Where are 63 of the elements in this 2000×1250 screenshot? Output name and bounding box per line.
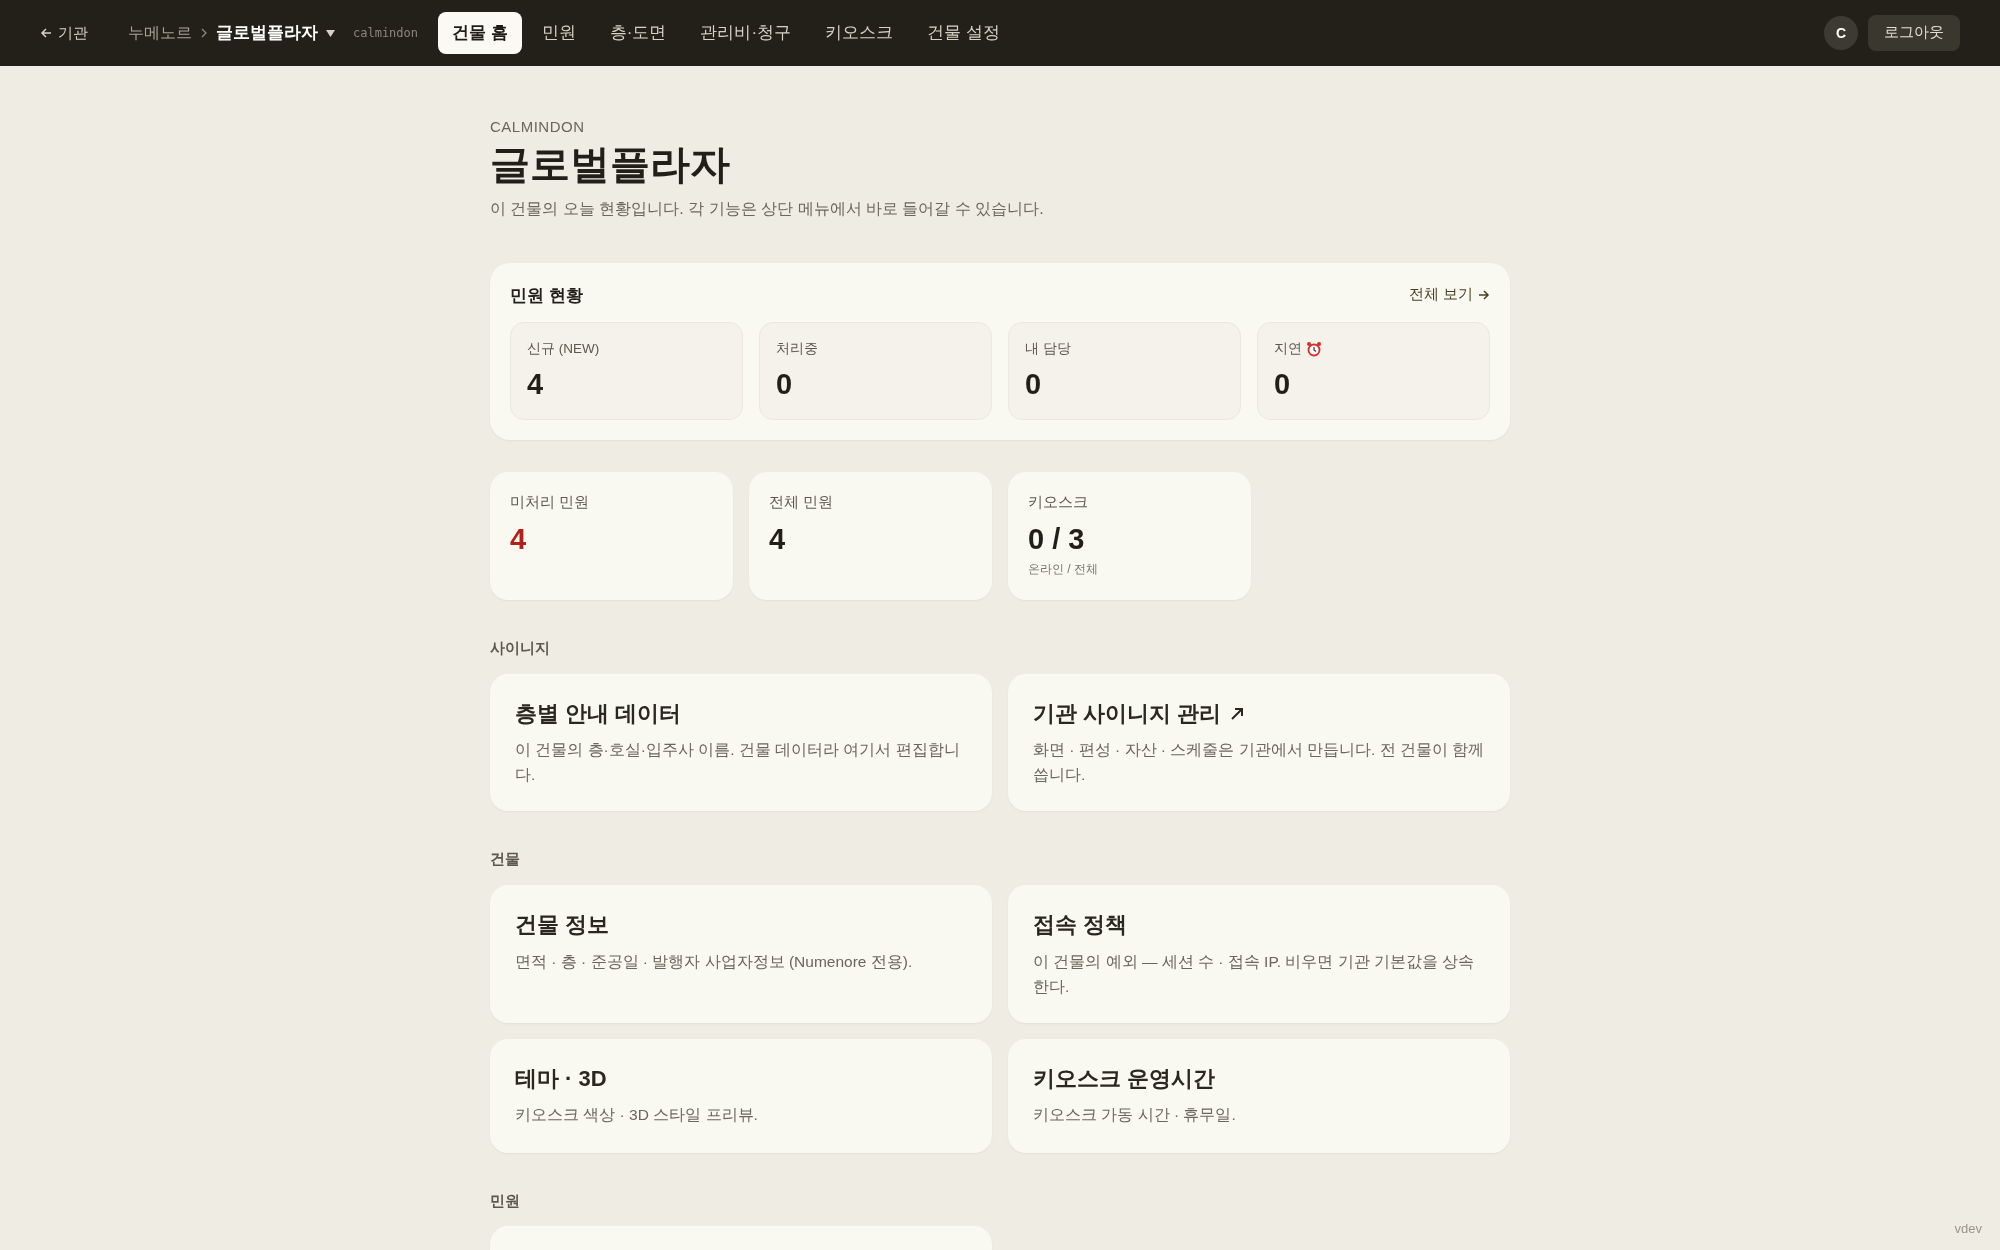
feature-card[interactable]: 건물 정보 면적 · 층 · 준공일 · 발행자 사업자정보 (Numenore 전용).	[490, 885, 992, 1023]
status-tile[interactable]: 처리중 0	[759, 322, 992, 420]
user-avatar[interactable]: C	[1824, 16, 1858, 50]
chevron-right-icon	[200, 28, 208, 38]
logout-button[interactable]: 로그아웃	[1868, 15, 1960, 51]
tile-label: 내 담당	[1025, 340, 1071, 358]
view-all-link[interactable]: 전체 보기	[1408, 284, 1490, 307]
tile-value: 0	[776, 367, 794, 403]
tile-value: 4	[527, 367, 545, 403]
status-tile[interactable]: 내 담당 0	[1008, 322, 1241, 420]
card-description: 면적 · 층 · 준공일 · 발행자 사업자정보 (Numenore 전용).	[515, 951, 914, 972]
stat-value: 0 / 3	[1028, 521, 1086, 557]
card-title: 키오스크 운영시간	[1033, 1064, 1216, 1092]
stat-value: 4	[769, 521, 787, 557]
stat-value: 4	[510, 521, 528, 557]
nav-tab[interactable]: 민원	[527, 12, 590, 54]
tile-value: 0	[1274, 367, 1292, 403]
arrow-left-icon	[40, 27, 52, 39]
page-title: 글로벌플라자	[490, 140, 731, 188]
arrow-right-icon	[1478, 289, 1490, 302]
feature-card[interactable]: 테마 · 3D 키오스크 색상 · 3D 스타일 프리뷰.	[490, 1038, 992, 1153]
card-description: 화면 · 편성 · 자산 · 스케줄은 기관에서 만듭니다. 전 건물이 함께 씁니다.	[1033, 740, 1485, 786]
building-code: calmindon	[353, 25, 419, 42]
tile-label: 처리중	[776, 340, 818, 358]
status-tile[interactable]: 지연 0	[1257, 322, 1490, 420]
caret-down-icon	[326, 29, 335, 37]
nav-tab[interactable]: 키오스크	[811, 12, 908, 54]
nav-tab[interactable]: 건물 홈	[438, 12, 522, 54]
feature-card[interactable]: 접속 정책 이 건물의 예외 — 세션 수 · 접속 IP. 비우면 기관 기본값을 상속한다.	[1008, 885, 1510, 1023]
stat-label: 전체 민원	[769, 493, 835, 512]
stat-label: 키오스크	[1028, 493, 1089, 512]
card-title: 접속 정책	[1033, 911, 1128, 939]
tile-label: 지연	[1274, 340, 1302, 358]
nav-tab[interactable]: 건물 설정	[913, 12, 1014, 54]
card-title: 건물 정보	[515, 911, 610, 939]
stat-label: 미처리 민원	[510, 493, 591, 512]
card-title: 테마 · 3D	[515, 1064, 607, 1092]
card-description: 이 건물의 층·호실·입주사 이름. 건물 데이터라 여기서 편집합니다.	[515, 740, 961, 786]
tile-label: 신규 (NEW)	[527, 340, 600, 358]
section-label: 사이니지	[490, 639, 551, 658]
card-title: 층별 안내 데이터	[515, 699, 682, 728]
feature-card[interactable]: 기관 사이니지 관리 화면 · 편성 · 자산 · 스케줄은 기관에서 만듭니다. 전 건물이 함께 씁니다.	[1008, 673, 1510, 812]
feature-card[interactable]: 층별 안내 데이터 이 건물의 층·호실·입주사 이름. 건물 데이터라 여기서 편집합니다.	[490, 673, 992, 812]
breadcrumb-org[interactable]: 누메노르	[128, 21, 192, 45]
feature-card[interactable]: 키오스크 운영시간 키오스크 가동 시간 · 휴무일.	[1008, 1038, 1510, 1153]
nav-tab[interactable]: 층·도면	[595, 12, 681, 54]
card-title: 기관 사이니지 관리	[1033, 699, 1222, 728]
section-label: 건물	[490, 850, 521, 870]
nav-tab[interactable]: 관리비·청구	[686, 12, 806, 54]
alarm-clock-icon	[1306, 341, 1322, 358]
building-dropdown[interactable]: 글로벌플라자	[216, 20, 335, 46]
footer-label: vdev	[1954, 1219, 1982, 1238]
section-label: 민원	[490, 1191, 521, 1211]
card-description: 키오스크 가동 시간 · 휴무일.	[1033, 1105, 1237, 1125]
page-subtitle: 이 건물의 오늘 현황입니다. 각 기능은 상단 메뉴에서 바로 들어갈 수 있습니다.	[490, 198, 1045, 219]
tile-value: 0	[1025, 367, 1043, 403]
back-link[interactable]: 기관	[40, 21, 88, 45]
page-eyebrow: CALMINDON	[490, 117, 586, 137]
panel-title: 민원 현황	[510, 284, 583, 307]
status-tile[interactable]: 신규 (NEW) 4	[510, 322, 743, 420]
card-description: 키오스크 색상 · 3D 스타일 프리뷰.	[515, 1105, 759, 1125]
card-description: 이 건물의 예외 — 세션 수 · 접속 IP. 비우면 기관 기본값을 상속한다.	[1033, 951, 1476, 997]
stat-caption: 온라인 / 전체	[1028, 560, 1099, 578]
